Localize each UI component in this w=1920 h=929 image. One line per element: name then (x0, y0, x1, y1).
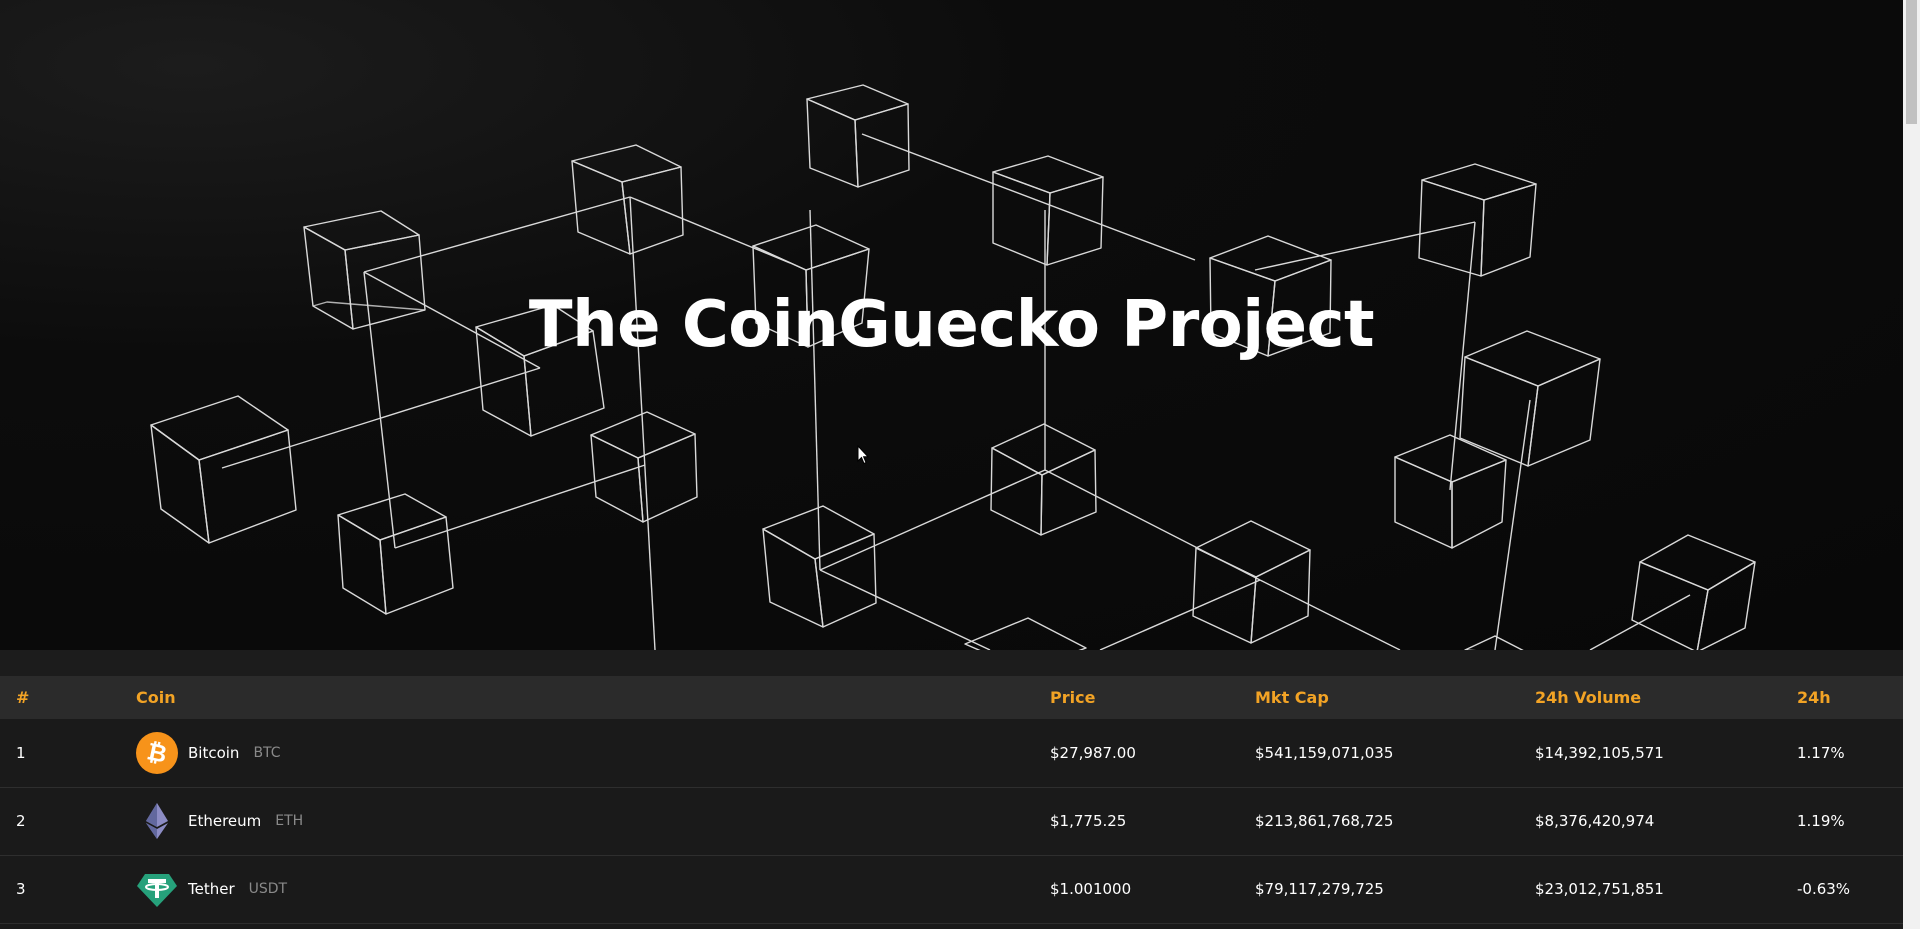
volume-cell: $23,012,751,851 (1535, 880, 1664, 898)
coin-symbol: USDT (248, 881, 288, 897)
change-cell: 1.19% (1797, 812, 1845, 830)
header-change[interactable]: 24h (1797, 676, 1920, 719)
header-volume[interactable]: 24h Volume (1535, 676, 1797, 719)
price-cell: $1,775.25 (1050, 812, 1127, 830)
header-price[interactable]: Price (1050, 676, 1255, 719)
header-coin[interactable]: Coin (120, 676, 1050, 719)
coin-symbol: ETH (275, 813, 304, 829)
mkt-cap-cell: $541,159,071,035 (1255, 743, 1394, 762)
ethereum-icon (136, 800, 178, 842)
table-row[interactable]: 2 Ethereum ETH $1,775.25 $213,861,768,72… (0, 787, 1920, 855)
page-title: The CoinGuecko Project (528, 288, 1375, 362)
coin-cell[interactable]: ₿ Bitcoin BTC (120, 719, 1050, 787)
hero-banner: The CoinGuecko Project (0, 0, 1903, 650)
coin-name: Tether (188, 880, 235, 898)
header-rank[interactable]: # (0, 676, 120, 719)
coins-table: # Coin Price Mkt Cap 24h Volume 24h 1 ₿ … (0, 676, 1920, 924)
table-row[interactable]: 3 Tether USDT $1.001000 $79,117,279,725 … (0, 855, 1920, 923)
coin-cell[interactable]: Tether USDT (120, 855, 1050, 923)
rank-cell: 3 (16, 880, 26, 898)
page: The CoinGuecko Project # Coin Price Mkt … (0, 0, 1920, 929)
table-header-row: # Coin Price Mkt Cap 24h Volume 24h (0, 676, 1920, 719)
change-cell: 1.17% (1797, 743, 1845, 762)
volume-cell: $8,376,420,974 (1535, 812, 1655, 830)
table-row[interactable]: 1 ₿ Bitcoin BTC $27,987.00 $541,159,071,… (0, 719, 1920, 787)
header-mkt-cap[interactable]: Mkt Cap (1255, 676, 1535, 719)
vertical-scrollbar[interactable] (1903, 0, 1920, 929)
tether-icon (136, 868, 178, 910)
coin-cell[interactable]: Ethereum ETH (120, 787, 1050, 855)
mkt-cap-cell: $213,861,768,725 (1255, 812, 1394, 830)
rank-cell: 1 (16, 743, 26, 762)
scrollbar-thumb[interactable] (1906, 0, 1917, 124)
bitcoin-icon: ₿ (136, 731, 178, 774)
rank-cell: 2 (16, 812, 26, 830)
coin-name: Ethereum (188, 812, 262, 830)
coin-name: Bitcoin (188, 743, 240, 762)
price-cell: $27,987.00 (1050, 743, 1136, 762)
change-cell: -0.63% (1797, 880, 1851, 898)
price-cell: $1.001000 (1050, 880, 1132, 898)
section-divider (0, 650, 1903, 676)
mkt-cap-cell: $79,117,279,725 (1255, 880, 1384, 898)
coin-symbol: BTC (253, 744, 281, 761)
coins-table-container: # Coin Price Mkt Cap 24h Volume 24h 1 ₿ … (0, 676, 1920, 929)
volume-cell: $14,392,105,571 (1535, 743, 1664, 762)
mouse-cursor-icon (857, 445, 869, 465)
